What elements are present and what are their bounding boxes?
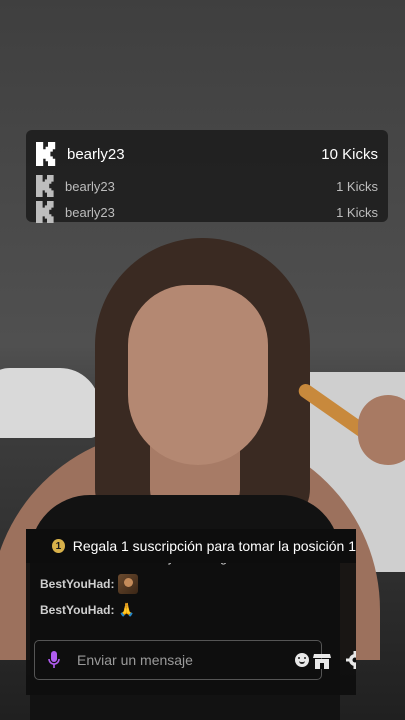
leaderboard-row[interactable]: bearly23 1 Kicks bbox=[36, 199, 378, 225]
kick-logo-icon bbox=[36, 175, 58, 197]
kick-leaderboard: bearly23 10 Kicks bearly23 1 Kicks bearl… bbox=[26, 130, 388, 225]
leaderboard-kicks: 1 Kicks bbox=[336, 178, 378, 194]
leaderboard-user: bearly23 bbox=[36, 142, 125, 166]
face bbox=[128, 285, 268, 465]
chat-messages[interactable]: BestYouHad: I liked all your stuff go lo… bbox=[40, 555, 346, 617]
kick-logo-icon bbox=[36, 142, 60, 166]
chat-input[interactable]: Enviar un mensaje bbox=[34, 640, 322, 680]
emoji-icon[interactable] bbox=[295, 653, 309, 667]
leaderboard-user: bearly23 bbox=[36, 201, 115, 223]
chat-username[interactable]: BestYouHad: bbox=[40, 577, 114, 591]
store-icon[interactable] bbox=[313, 653, 331, 669]
leaderboard-username: bearly23 bbox=[67, 145, 125, 163]
settings-gear-icon[interactable] bbox=[346, 651, 356, 669]
microphone-icon[interactable] bbox=[47, 651, 61, 669]
leaderboard-user: bearly23 bbox=[36, 175, 115, 197]
chat-message: BestYouHad: 🙏 bbox=[40, 602, 346, 618]
leaderboard-username: bearly23 bbox=[65, 178, 115, 194]
pray-emote-icon: 🙏 bbox=[118, 602, 135, 617]
leaderboard-username: bearly23 bbox=[65, 204, 115, 220]
avatar-emote-icon bbox=[118, 574, 139, 594]
kick-logo-icon bbox=[36, 201, 58, 223]
leaderboard-kicks: 10 Kicks bbox=[321, 145, 378, 163]
chat-input-placeholder: Enviar un mensaje bbox=[77, 652, 193, 668]
gift-badge-icon: 1 bbox=[52, 539, 65, 553]
gift-subscription-banner[interactable]: 1 Regala 1 suscripción para tomar la pos… bbox=[26, 529, 356, 563]
hand bbox=[358, 395, 405, 465]
chat-message: BestYouHad: bbox=[40, 574, 346, 594]
pillow-left bbox=[0, 368, 100, 438]
leaderboard-kicks: 1 Kicks bbox=[336, 204, 378, 220]
leaderboard-row[interactable]: bearly23 10 Kicks bbox=[36, 135, 378, 173]
leaderboard-row[interactable]: bearly23 1 Kicks bbox=[36, 173, 378, 199]
gift-banner-text: Regala 1 suscripción para tomar la posic… bbox=[72, 538, 356, 554]
chat-panel: BestYouHad: I liked all your stuff go lo… bbox=[26, 529, 356, 695]
chat-username[interactable]: BestYouHad: bbox=[40, 603, 114, 617]
